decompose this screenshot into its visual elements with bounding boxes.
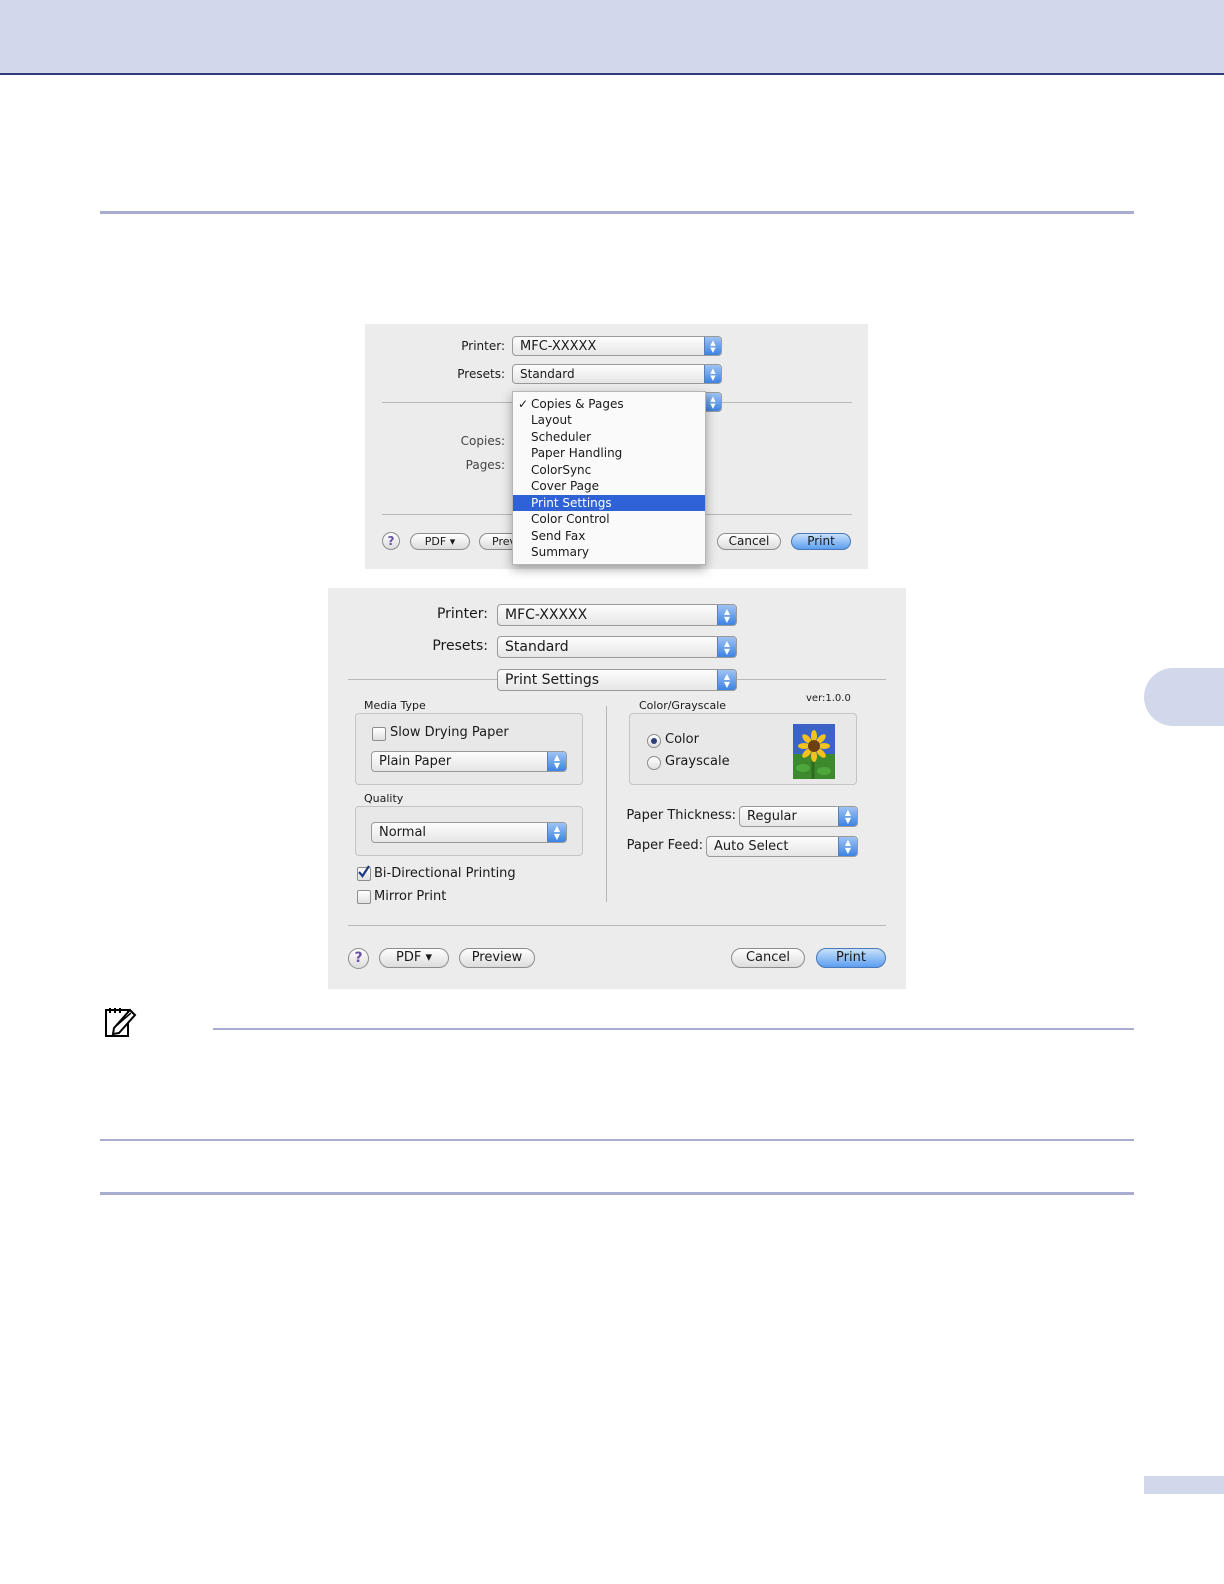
- paper-thickness-value: Regular: [747, 809, 797, 824]
- quality-heading: Quality: [364, 792, 404, 805]
- menu-item-summary[interactable]: Summary: [513, 544, 705, 560]
- separator: [382, 402, 512, 403]
- presets-label: Presets:: [457, 367, 505, 381]
- menu-item-send-fax[interactable]: Send Fax: [513, 528, 705, 544]
- print-dialog-print-settings: Printer: MFC-XXXXX ▲ ▼ Presets: Standard …: [328, 588, 906, 989]
- chapter-tab: [1144, 668, 1224, 726]
- media-type-heading: Media Type: [364, 699, 426, 712]
- pdf-button[interactable]: PDF ▾: [410, 533, 470, 550]
- menu-item-color-control[interactable]: Color Control: [513, 511, 705, 527]
- preview-button[interactable]: Preview: [459, 948, 535, 968]
- popup-arrows-icon: ▲ ▼: [838, 837, 857, 856]
- pages-label: Pages:: [465, 458, 505, 472]
- bidirectional-label: Bi-Directional Printing: [374, 866, 516, 881]
- popup-arrows-icon: ▲ ▼: [547, 823, 566, 842]
- slow-drying-label: Slow Drying Paper: [390, 725, 509, 740]
- section-rule-top: [100, 211, 1134, 214]
- menu-item-print-settings[interactable]: Print Settings: [513, 495, 705, 511]
- popup-arrows-icon: ▲ ▼: [717, 670, 736, 690]
- popup-arrows-icon: ▲ ▼: [704, 365, 721, 383]
- popup-arrows-icon: ▲ ▼: [717, 605, 736, 625]
- separator: [348, 679, 497, 680]
- menu-item-colorsync[interactable]: ColorSync: [513, 462, 705, 478]
- mirror-print-label: Mirror Print: [374, 889, 447, 904]
- separator: [348, 925, 886, 926]
- page-number-tab: [1144, 1476, 1224, 1494]
- help-button[interactable]: ?: [382, 532, 400, 550]
- paper-feed-label: Paper Feed:: [626, 838, 703, 853]
- popup-arrows-icon: ▲ ▼: [704, 393, 721, 411]
- cancel-button[interactable]: Cancel: [717, 533, 781, 550]
- printer-label: Printer:: [436, 606, 488, 622]
- bidirectional-checkbox[interactable]: [357, 865, 371, 881]
- presets-label: Presets:: [432, 638, 488, 654]
- grayscale-radio[interactable]: [647, 756, 661, 770]
- version-label: ver:1.0.0: [806, 693, 851, 704]
- color-radio[interactable]: [647, 734, 661, 748]
- panel-dropdown-menu: ✓ Copies & Pages Layout Scheduler Paper H…: [512, 391, 706, 565]
- cancel-button[interactable]: Cancel: [731, 948, 805, 968]
- printer-popup[interactable]: MFC-XXXXX ▲ ▼: [512, 336, 722, 356]
- print-button[interactable]: Print: [816, 948, 886, 968]
- print-dialog-menu-open: Printer: MFC-XXXXX ▲ ▼ Presets: Standard …: [365, 324, 868, 569]
- menu-item-paper-handling[interactable]: Paper Handling: [513, 445, 705, 461]
- print-button[interactable]: Print: [791, 533, 851, 550]
- note-rule: [213, 1028, 1134, 1030]
- paper-thickness-popup[interactable]: Regular ▲ ▼: [739, 806, 858, 827]
- media-type-popup[interactable]: Plain Paper ▲ ▼: [371, 751, 567, 772]
- grayscale-radio-label: Grayscale: [665, 754, 730, 769]
- popup-arrows-icon: ▲ ▼: [717, 637, 736, 657]
- media-type-value: Plain Paper: [379, 754, 452, 769]
- presets-value: Standard: [520, 367, 575, 381]
- note-pencil-icon: [105, 1008, 137, 1037]
- popup-arrows-icon: ▲ ▼: [547, 752, 566, 771]
- color-grayscale-heading: Color/Grayscale: [639, 699, 727, 712]
- sunflower-image: [793, 724, 835, 779]
- menu-item-copies-pages[interactable]: ✓ Copies & Pages: [513, 396, 705, 412]
- column-divider: [606, 706, 607, 902]
- panel-popup[interactable]: Print Settings ▲ ▼: [497, 669, 737, 691]
- menu-item-scheduler[interactable]: Scheduler: [513, 429, 705, 445]
- popup-arrows-icon: ▲ ▼: [704, 337, 721, 355]
- separator: [722, 402, 852, 403]
- panel-value: Print Settings: [505, 672, 600, 688]
- header-band: [0, 0, 1224, 75]
- printer-popup[interactable]: MFC-XXXXX ▲ ▼: [497, 604, 737, 626]
- paper-thickness-label: Paper Thickness:: [626, 808, 736, 823]
- slow-drying-checkbox[interactable]: [372, 727, 386, 741]
- color-radio-label: Color: [665, 732, 699, 747]
- popup-arrows-icon: ▲ ▼: [838, 807, 857, 826]
- copies-label: Copies:: [460, 434, 505, 448]
- quality-popup[interactable]: Normal ▲ ▼: [371, 822, 567, 843]
- pdf-button[interactable]: PDF ▾: [379, 948, 449, 968]
- paper-feed-value: Auto Select: [714, 839, 789, 854]
- note-end-rule: [100, 1139, 1134, 1141]
- paper-feed-popup[interactable]: Auto Select ▲ ▼: [706, 836, 858, 857]
- printer-value: MFC-XXXXX: [520, 339, 597, 354]
- help-button[interactable]: ?: [348, 948, 369, 969]
- printer-label: Printer:: [461, 339, 505, 353]
- mirror-print-checkbox[interactable]: [357, 890, 371, 904]
- menu-item-layout[interactable]: Layout: [513, 412, 705, 428]
- color-grayscale-box: Color Grayscale: [629, 713, 857, 785]
- quality-box: Normal ▲ ▼: [355, 806, 583, 856]
- section-rule-bottom: [100, 1192, 1134, 1195]
- checkmark-icon: [358, 865, 370, 878]
- menu-item-cover-page[interactable]: Cover Page: [513, 478, 705, 494]
- presets-value: Standard: [505, 639, 569, 655]
- presets-popup[interactable]: Standard ▲ ▼: [497, 636, 737, 658]
- media-type-box: Slow Drying Paper Plain Paper ▲ ▼: [355, 713, 583, 785]
- printer-value: MFC-XXXXX: [505, 607, 588, 623]
- checkmark-icon: ✓: [518, 397, 529, 411]
- separator: [737, 679, 886, 680]
- quality-value: Normal: [379, 825, 427, 840]
- presets-popup[interactable]: Standard ▲ ▼: [512, 364, 722, 384]
